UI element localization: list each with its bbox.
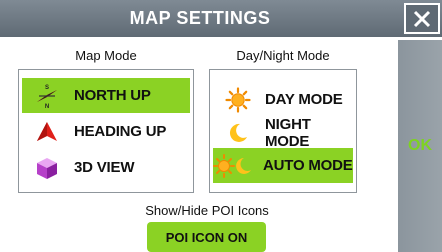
close-icon <box>413 10 431 27</box>
option-auto-mode[interactable]: AUTO MODE <box>213 148 353 183</box>
svg-text:S: S <box>45 85 49 91</box>
day-night-mode-panel: DAY MODE NIGHT MODE AUTO MODE <box>209 69 357 193</box>
heading-arrow-icon <box>34 119 60 145</box>
poi-section-label: Show/Hide POI Icons <box>145 203 269 218</box>
option-night-mode[interactable]: NIGHT MODE <box>213 115 353 150</box>
moon-icon <box>225 120 251 146</box>
poi-toggle-button[interactable]: POI ICON ON <box>147 222 266 252</box>
option-label: 3D VIEW <box>74 159 135 176</box>
cube-icon <box>34 155 60 181</box>
option-label: HEADING UP <box>74 123 167 140</box>
option-label: NIGHT MODE <box>265 115 311 150</box>
option-label: AUTO MODE <box>263 157 353 174</box>
map-mode-label: Map Mode <box>75 48 137 63</box>
option-day-mode[interactable]: DAY MODE <box>213 82 353 117</box>
option-label: DAY MODE <box>265 91 343 108</box>
ok-label: OK <box>408 137 432 154</box>
poi-button-label: POI ICON ON <box>165 229 248 245</box>
day-night-mode-label: Day/Night Mode <box>236 48 330 63</box>
dialog-title: MAP SETTINGS <box>129 8 271 28</box>
close-button[interactable] <box>404 3 440 34</box>
compass-icon: S N <box>34 83 60 109</box>
title-bar: MAP SETTINGS <box>0 0 442 37</box>
svg-text:N: N <box>45 104 49 109</box>
map-mode-panel: S N NORTH UP HEADING UP 3D VIEW <box>18 69 194 193</box>
option-label: NORTH UP <box>74 87 151 104</box>
sun-moon-icon <box>213 153 253 179</box>
sun-icon <box>225 86 251 113</box>
option-3d-view[interactable]: 3D VIEW <box>22 150 190 185</box>
ok-button[interactable]: OK <box>398 40 442 252</box>
option-heading-up[interactable]: HEADING UP <box>22 114 190 149</box>
option-north-up[interactable]: S N NORTH UP <box>22 78 190 113</box>
